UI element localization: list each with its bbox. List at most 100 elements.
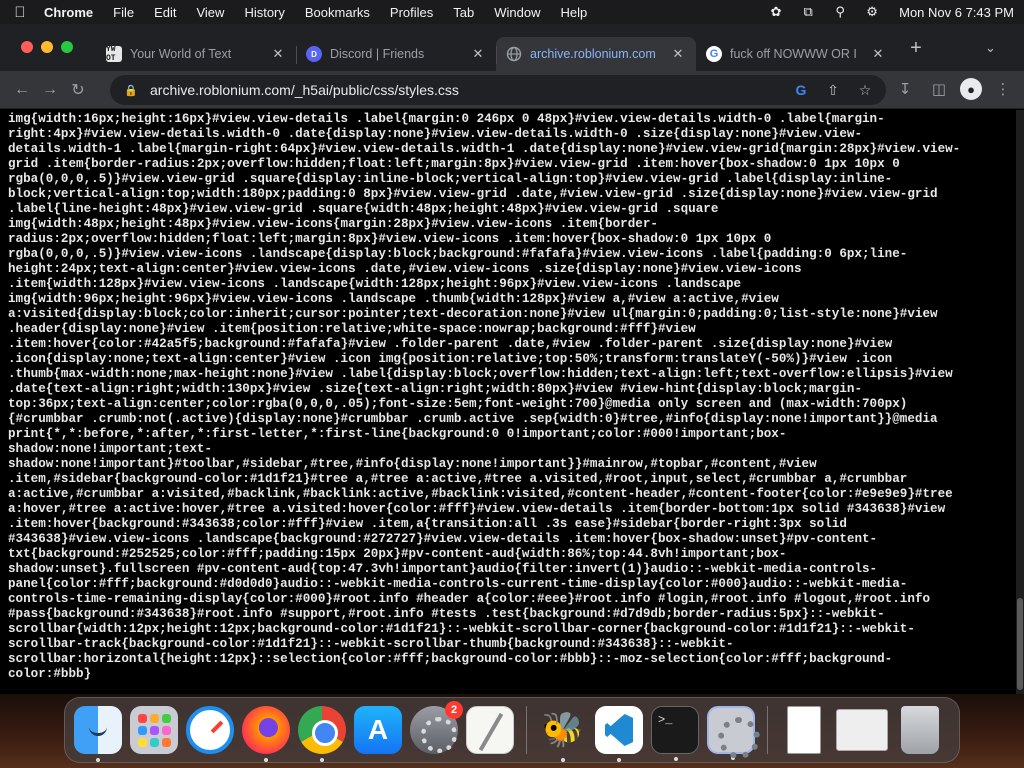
- kebab-menu-icon[interactable]: ⋮: [990, 76, 1016, 102]
- new-tab-plus-icon[interactable]: +: [906, 37, 926, 60]
- textedit-icon[interactable]: [466, 706, 514, 754]
- page-content[interactable]: img{width:16px;height:16px}#view.view-de…: [0, 110, 1016, 694]
- document-stack-icon[interactable]: [787, 706, 821, 754]
- vertical-scrollbar[interactable]: [1016, 110, 1024, 694]
- reload-icon[interactable]: ↻: [64, 76, 92, 104]
- profile-avatar-icon[interactable]: ●: [960, 78, 982, 100]
- forward-arrow-icon[interactable]: →: [36, 76, 64, 104]
- fullscreen-window-button[interactable]: [61, 41, 73, 53]
- downloads-stack-icon[interactable]: [836, 709, 888, 751]
- running-indicator: [96, 758, 100, 762]
- css-line: details.width-1 .label{margin-right:64px…: [8, 142, 961, 156]
- css-line: shadow:unset}.fullscreen #pv-content-aud…: [8, 562, 878, 576]
- close-tab-icon[interactable]: ✕: [670, 46, 686, 62]
- css-line: .item{width:128px}#view.view-icons .land…: [8, 277, 742, 291]
- css-line: right:4px}#view.view-details.width-0 .da…: [8, 127, 862, 141]
- menu-app-name[interactable]: Chrome: [44, 5, 93, 20]
- bookmark-star-icon[interactable]: ☆: [854, 82, 876, 99]
- discord-favicon-icon: D: [306, 46, 322, 62]
- macos-dock: A 2 🐝 >_: [64, 697, 960, 763]
- css-line: rgba(0,0,0,.5)}#view.view-grid .square{d…: [8, 172, 893, 186]
- css-line: {#crumbbar .crumb:not(.active){display:n…: [8, 412, 938, 426]
- apple-icon[interactable]: : [10, 4, 30, 21]
- tab-your-world-of-text[interactable]: YW OT Your World of Text ✕: [96, 37, 296, 71]
- bee-tray-icon[interactable]: ✿: [767, 4, 785, 19]
- ywot-favicon-icon: YW OT: [106, 45, 122, 63]
- css-line: .thumb{max-width:none;max-height:none}#v…: [8, 367, 953, 381]
- scrollbar-thumb[interactable]: [1017, 598, 1023, 690]
- bee-app-icon[interactable]: 🐝: [539, 706, 587, 762]
- side-panel-icon[interactable]: ◫: [926, 76, 952, 102]
- screen-mirroring-icon[interactable]: ⧉: [799, 4, 817, 19]
- tab-google-search[interactable]: G fuck off NOWWW OR I ✕: [696, 37, 896, 71]
- trash-icon[interactable]: [901, 706, 939, 754]
- omnibox-actions: G ⇧ ☆: [790, 82, 876, 99]
- address-bar[interactable]: 🔒 archive.roblonium.com/_h5ai/public/css…: [110, 75, 886, 105]
- system-preferences-gear-icon[interactable]: 2: [410, 701, 463, 754]
- url-text[interactable]: archive.roblonium.com/_h5ai/public/css/s…: [150, 82, 790, 98]
- running-indicator: [674, 757, 678, 761]
- css-line: a:visited{display:block;color:inherit;cu…: [8, 307, 938, 321]
- css-line: a:hover,#tree a:active:hover,#tree a.vis…: [8, 502, 946, 516]
- close-tab-icon[interactable]: ✕: [470, 46, 486, 62]
- css-line: .item,#sidebar{background-color:#1d1f21}…: [8, 472, 908, 486]
- terminal-prompt-glyph: >_: [658, 713, 673, 727]
- tab-title: archive.roblonium.com: [530, 47, 656, 61]
- menu-bookmarks[interactable]: Bookmarks: [305, 5, 370, 20]
- finder-icon[interactable]: [74, 706, 122, 762]
- menu-help[interactable]: Help: [561, 5, 588, 20]
- tab-discord[interactable]: D Discord | Friends ✕: [296, 37, 496, 71]
- menu-window[interactable]: Window: [494, 5, 540, 20]
- toolbar-right-actions: ↧ ◫ ● ⋮: [892, 76, 1016, 102]
- vscode-icon[interactable]: [595, 706, 643, 762]
- firefox-icon[interactable]: [242, 706, 290, 762]
- css-line: txt{background:#252525;color:#fff;paddin…: [8, 547, 787, 561]
- css-line: grid .item{border-radius:2px;overflow:hi…: [8, 157, 900, 171]
- back-arrow-icon[interactable]: ←: [8, 76, 36, 104]
- browser-tabstrip: YW OT Your World of Text ✕ D Discord | F…: [0, 24, 1024, 71]
- css-line: panel{color:#fff;background:#d0d0d0}audi…: [8, 577, 908, 591]
- download-icon[interactable]: ↧: [892, 76, 918, 102]
- css-line: controls-time-remaining-display{color:#0…: [8, 592, 931, 606]
- close-tab-icon[interactable]: ✕: [870, 46, 886, 62]
- google-favicon-icon: G: [706, 46, 722, 62]
- menu-file[interactable]: File: [113, 5, 134, 20]
- window-controls: [21, 41, 73, 53]
- menu-profiles[interactable]: Profiles: [390, 5, 433, 20]
- menubar-clock[interactable]: Mon Nov 6 7:43 PM: [899, 5, 1014, 20]
- menu-history[interactable]: History: [244, 5, 284, 20]
- css-line: rgba(0,0,0,.5)}#view.view-icons .landsca…: [8, 247, 908, 261]
- browser-toolbar: ← → ↻ 🔒 archive.roblonium.com/_h5ai/publ…: [0, 71, 1024, 109]
- menu-tab[interactable]: Tab: [453, 5, 474, 20]
- control-center-icon[interactable]: ⚙: [863, 4, 881, 19]
- launchpad-icon[interactable]: [130, 706, 178, 754]
- tab-list: YW OT Your World of Text ✕ D Discord | F…: [96, 34, 896, 71]
- tab-title: Discord | Friends: [330, 47, 425, 61]
- css-line: .item:hover{background:#343638;color:#ff…: [8, 517, 847, 531]
- search-icon[interactable]: ⚲: [831, 4, 849, 19]
- close-tab-icon[interactable]: ✕: [270, 46, 286, 62]
- css-line: color:#bbb}: [8, 667, 92, 681]
- share-icon[interactable]: ⇧: [822, 82, 844, 99]
- google-lens-icon[interactable]: G: [790, 82, 812, 98]
- app-store-icon[interactable]: A: [354, 706, 402, 754]
- close-window-button[interactable]: [21, 41, 33, 53]
- tab-title: Your World of Text: [130, 47, 232, 61]
- minimize-window-button[interactable]: [41, 41, 53, 53]
- css-line: img{width:16px;height:16px}#view.view-de…: [8, 112, 885, 126]
- menu-edit[interactable]: Edit: [154, 5, 176, 20]
- tab-archive-roblonium[interactable]: archive.roblonium.com ✕: [496, 37, 696, 71]
- css-line: .icon{display:none;text-align:center}#vi…: [8, 352, 893, 366]
- chrome-icon[interactable]: [298, 706, 346, 762]
- running-indicator: [320, 758, 324, 762]
- lock-icon[interactable]: 🔒: [124, 84, 138, 97]
- terminal-icon[interactable]: >_: [651, 706, 699, 761]
- css-line: scrollbar:horizontal{height:12px}::selec…: [8, 652, 893, 666]
- running-indicator: [561, 758, 565, 762]
- tab-search-chevron-down-icon[interactable]: ⌄: [985, 40, 996, 56]
- safari-icon[interactable]: [186, 706, 234, 754]
- tab-title: fuck off NOWWW OR I: [730, 47, 857, 61]
- menu-view[interactable]: View: [196, 5, 224, 20]
- system-settings-icon[interactable]: [707, 706, 760, 760]
- css-line: img{width:48px;height:48px}#view.view-ic…: [8, 217, 658, 231]
